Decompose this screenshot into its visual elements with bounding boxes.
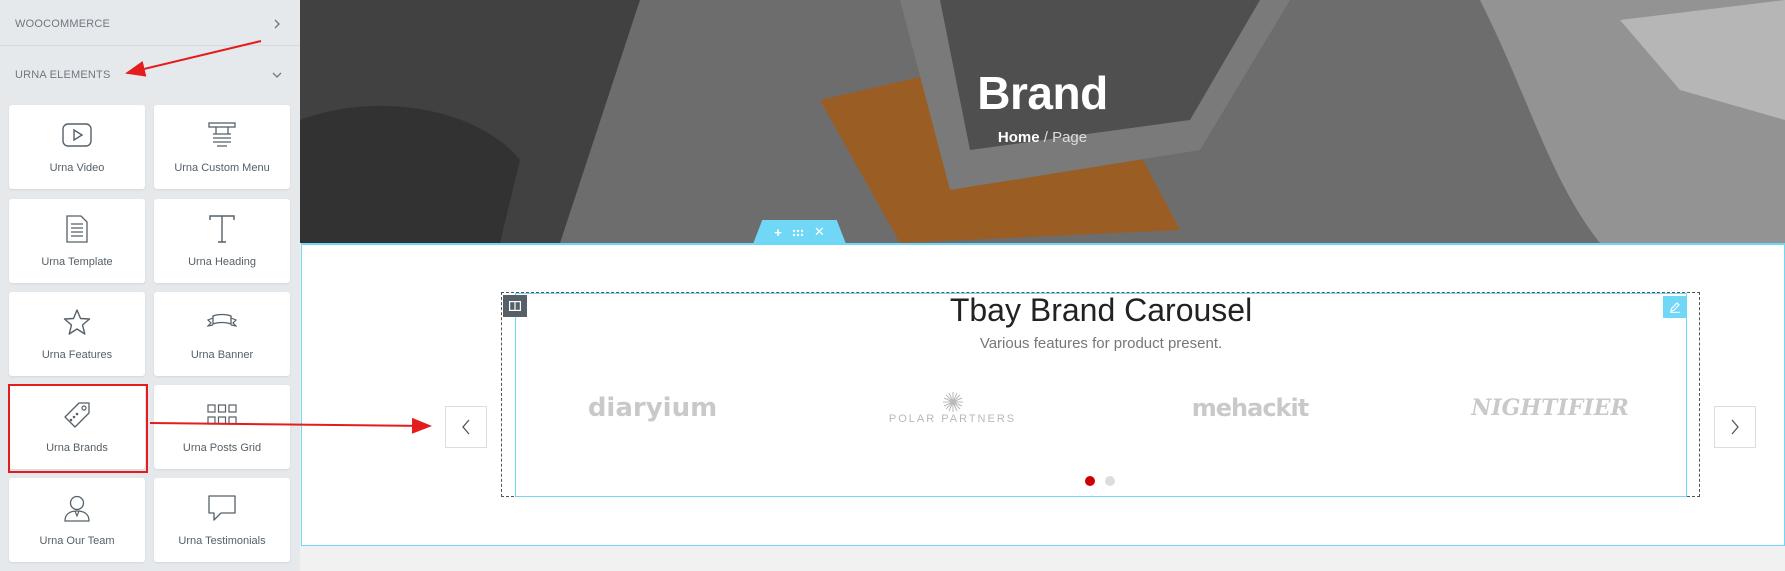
chevron-right-icon xyxy=(1731,419,1739,435)
breadcrumb: Home / Page xyxy=(300,129,1785,146)
carousel-dot-2[interactable] xyxy=(1105,476,1115,486)
widget-label: Urna Features xyxy=(41,349,113,361)
widget-label: Urna Our Team xyxy=(39,535,115,547)
speech-bubble-icon xyxy=(207,494,237,522)
person-icon xyxy=(63,494,91,522)
widget-label: Urna Custom Menu xyxy=(174,162,270,174)
category-label: URNA ELEMENTS xyxy=(15,69,111,81)
hero-banner: Brand Home / Page xyxy=(300,0,1785,243)
elements-panel: WOOCOMMERCE URNA ELEMENTS Urna Video Urn… xyxy=(0,0,300,571)
brand-logo-diaryium[interactable]: diaryium xyxy=(585,388,720,428)
breadcrumb-current: Page xyxy=(1052,129,1088,146)
hero-background-photo xyxy=(300,0,1785,243)
widget-urna-heading[interactable]: Urna Heading xyxy=(154,199,290,283)
template-icon xyxy=(66,215,88,243)
brand-logo-text: POLAR PARTNERS xyxy=(888,413,1017,425)
widget-label: Urna Template xyxy=(41,256,113,268)
sunburst-icon xyxy=(942,392,963,412)
widget-urna-testimonials[interactable]: Urna Testimonials xyxy=(154,478,290,562)
grid-icon xyxy=(207,401,237,429)
drag-handle-icon[interactable] xyxy=(792,225,804,240)
brand-logo-mehackit[interactable]: mehackit xyxy=(1185,388,1315,428)
widget-urna-custom-menu[interactable]: Urna Custom Menu xyxy=(154,105,290,189)
heading-icon xyxy=(209,215,235,243)
widget-label: Urna Posts Grid xyxy=(182,442,262,454)
widget-urna-banner[interactable]: Urna Banner xyxy=(154,292,290,376)
widget-urna-posts-grid[interactable]: Urna Posts Grid xyxy=(154,385,290,469)
widget-label: Urna Video xyxy=(49,162,105,174)
breadcrumb-separator: / xyxy=(1039,129,1053,146)
carousel-dot-1[interactable] xyxy=(1085,476,1095,486)
carousel-title: Tbay Brand Carousel xyxy=(949,292,1253,328)
category-urna-elements[interactable]: URNA ELEMENTS xyxy=(0,53,300,97)
custom-menu-icon xyxy=(208,121,236,149)
add-section-icon[interactable]: + xyxy=(774,225,782,240)
carousel-prev-button[interactable] xyxy=(445,406,487,448)
chevron-down-icon xyxy=(270,68,284,82)
breadcrumb-home-link[interactable]: Home xyxy=(998,129,1040,146)
widget-urna-template[interactable]: Urna Template xyxy=(9,199,145,283)
widget-label: Urna Banner xyxy=(190,349,254,361)
brand-logo-nightifier[interactable]: NIGHTIFIER xyxy=(1471,388,1629,428)
banner-icon xyxy=(207,308,237,336)
brand-logo-polar-partners[interactable]: POLAR PARTNERS xyxy=(880,388,1025,428)
page-title: Brand xyxy=(977,67,1108,119)
delete-section-icon[interactable]: ✕ xyxy=(814,224,825,240)
widget-urna-our-team[interactable]: Urna Our Team xyxy=(9,478,145,562)
video-icon xyxy=(62,121,92,149)
chevron-right-icon xyxy=(270,17,284,31)
widget-label: Urna Heading xyxy=(188,256,256,268)
widget-label: Urna Testimonials xyxy=(178,535,266,547)
section-handle: + ✕ xyxy=(753,220,846,244)
chevron-left-icon xyxy=(462,419,470,435)
widget-urna-features[interactable]: Urna Features xyxy=(9,292,145,376)
annotation-highlight-box xyxy=(8,384,148,473)
widget-urna-video[interactable]: Urna Video xyxy=(9,105,145,189)
category-woocommerce[interactable]: WOOCOMMERCE xyxy=(0,2,300,46)
carousel-next-button[interactable] xyxy=(1714,406,1756,448)
category-label: WOOCOMMERCE xyxy=(15,17,111,30)
star-icon xyxy=(63,308,91,336)
carousel-subtitle: Various features for product present. xyxy=(979,335,1223,352)
carousel-pagination xyxy=(1085,476,1115,486)
